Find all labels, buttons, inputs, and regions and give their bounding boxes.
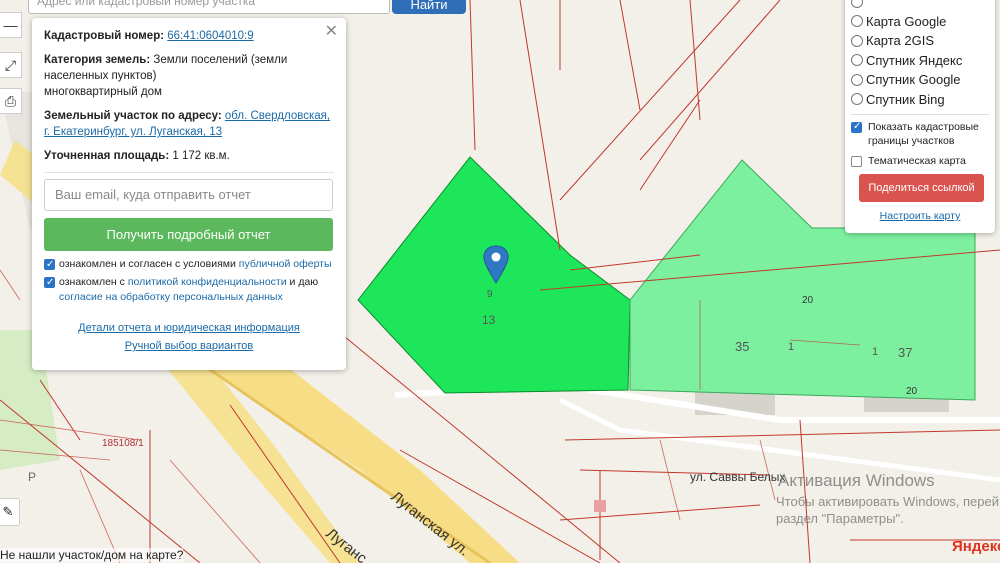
parcel-info-popup: ✕ Кадастровый номер: 66:41:0604010:9 Кат… [32,18,346,370]
offer-text: ознакомлен и согласен с условиями [59,258,236,270]
privacy-agreement: ознакомлен с политикой конфиденциальност… [44,275,334,305]
privacy-text: ознакомлен с [59,276,125,288]
windows-activation-title: Активация Windows [778,471,935,490]
address-label: Земельный участок по адресу: [44,110,222,122]
layer-option-label: Карта 2GIS [866,33,935,49]
radio-icon[interactable] [851,34,863,47]
privacy-link[interactable]: политикой конфиденциальности [128,276,287,288]
radio-icon[interactable] [851,15,863,28]
parcel-ref-label: 185108/1 [102,438,144,449]
radio-icon[interactable] [851,93,863,106]
thematic-label: Тематическая карта [868,155,966,167]
yandex-logo[interactable]: Яндекс [952,538,1000,555]
pencil-icon[interactable]: ✎ [0,498,20,526]
popup-links: Детали отчета и юридическая информация Р… [44,319,334,355]
area-value: 1 172 кв.м. [172,150,230,162]
layer-option-bing-sat[interactable]: Спутник Bing [851,90,989,110]
cadastral-link[interactable]: 66:41:0604010:9 [167,30,253,42]
area-row: Уточненная площадь: 1 172 кв.м. [44,148,334,164]
not-found-link[interactable]: Не нашли участок/дом на карте? [0,548,184,562]
layer-option-label: Спутник Bing [866,91,945,107]
offer-agreement: ознакомлен и согласен с условиями публич… [44,257,334,272]
parcel-number: 20 [906,386,918,397]
show-borders-option[interactable]: Показать кадастровые границы участков [851,120,989,148]
minus-icon[interactable]: — [0,12,22,38]
parcel-number: 1 [788,341,795,353]
area-label: Уточненная площадь: [44,150,170,162]
cadastral-row: Кадастровый номер: 66:41:0604010:9 [44,28,334,44]
parcel-number: 1 [872,346,879,358]
radio-icon[interactable] [851,54,863,67]
parcel-number: 37 [898,345,913,360]
offer-link[interactable]: публичной оферты [239,258,332,270]
close-icon[interactable]: ✕ [325,24,338,40]
parcel-number: 20 [802,295,814,306]
manual-select-link[interactable]: Ручной выбор вариантов [125,340,253,352]
category-label: Категория земель: [44,54,151,66]
email-field[interactable]: Ваш email, куда отправить отчет [44,179,333,211]
get-report-button[interactable]: Получить подробный отчет [44,218,333,251]
offer-checkbox[interactable] [44,257,55,272]
radio-icon[interactable] [851,0,863,8]
search-input[interactable]: Адрес или кадастровый номер участка [28,0,390,14]
street-label-savvy: ул. Саввы Белых [690,470,786,484]
details-link[interactable]: Детали отчета и юридическая информация [78,322,300,334]
configure-map-link[interactable]: Настроить карту [851,210,989,222]
windows-activation-line2: раздел "Параметры". [776,511,904,526]
layer-option-google-sat[interactable]: Спутник Google [851,70,989,90]
parcel-number: 13 [482,313,496,327]
address-row: Земельный участок по адресу: обл. Свердл… [44,108,334,140]
show-borders-label: Показать кадастровые границы участков [868,121,979,147]
layer-option-2gis[interactable]: Карта 2GIS [851,31,989,51]
thematic-option[interactable]: Тематическая карта [851,154,989,168]
privacy-agreement-text: ознакомлен с политикой конфиденциальност… [59,275,334,305]
show-borders-checkbox[interactable] [851,120,862,134]
privacy-mid-text: и даю [289,276,319,288]
category-row: Категория земель: Земли поселений (земли… [44,52,334,100]
divider [851,114,989,115]
thematic-checkbox[interactable] [851,156,862,167]
expand-icon[interactable]: ⤢ [0,52,22,78]
map-layers-panel: Карта Google Карта 2GIS Спутник Яндекс С… [845,0,995,233]
divider [44,172,334,173]
printer-icon[interactable]: ⎙ [0,88,22,114]
layer-option-yandex-sat[interactable]: Спутник Яндекс [851,51,989,71]
layer-option-label: Спутник Яндекс [866,52,963,68]
layer-option-hidden[interactable] [851,0,989,12]
layer-option-label: Карта Google [866,13,947,29]
windows-activation-line1: Чтобы активировать Windows, перей [776,494,1000,509]
offer-agreement-text: ознакомлен и согласен с условиями публич… [59,257,332,272]
search-button[interactable]: Найти [392,0,466,14]
parcel-number: 9 [487,289,493,300]
parcel-number: 35 [735,339,750,354]
cadastral-label: Кадастровый номер: [44,30,165,42]
radio-icon[interactable] [851,73,863,86]
layer-option-google-map[interactable]: Карта Google [851,12,989,32]
privacy-checkbox[interactable] [44,275,55,290]
consent-link[interactable]: согласие на обработку персональных данны… [59,291,283,303]
share-link-button[interactable]: Поделиться ссылкой [859,174,984,202]
parking-label: P [28,470,37,484]
category-use: многоквартирный дом [44,86,162,98]
layer-option-label: Спутник Google [866,72,961,88]
windows-activation-text: Чтобы активировать Windows, перей раздел… [776,493,999,527]
